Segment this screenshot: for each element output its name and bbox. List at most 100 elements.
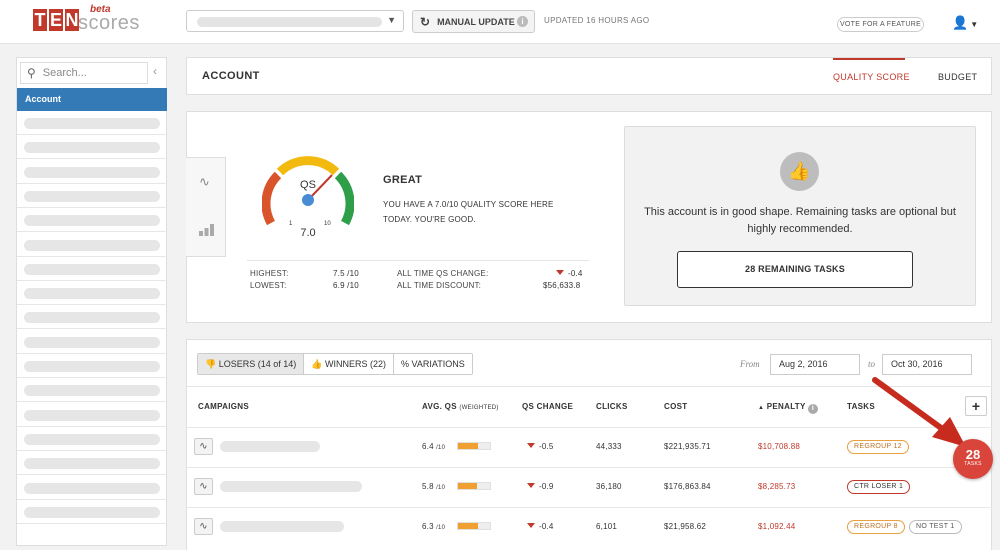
- sidebar-item[interactable]: [17, 500, 167, 524]
- from-date-input[interactable]: Aug 2, 2016: [770, 354, 860, 375]
- sidebar-item[interactable]: [17, 111, 167, 135]
- penalty-value: $10,708.88: [758, 442, 801, 451]
- lowest-value: 6.9 /10: [333, 281, 359, 290]
- qs-change-number: -0.4: [568, 269, 583, 278]
- active-tab-indicator: [833, 58, 905, 60]
- col-avg-qs[interactable]: AVG. QS (WEIGHTED): [422, 402, 499, 411]
- sidebar-item[interactable]: [17, 403, 167, 427]
- tasks-count-badge[interactable]: 28 TASKS: [953, 439, 993, 479]
- discount-value: $56,633.8: [543, 281, 581, 290]
- sidebar-item-placeholder: [24, 288, 160, 300]
- avg-qs-scale: /10: [436, 485, 446, 491]
- tab-budget[interactable]: BUDGET: [938, 72, 977, 82]
- qs-change-number: -0.9: [539, 482, 554, 491]
- campaign-name-placeholder[interactable]: [220, 521, 344, 532]
- to-date-input[interactable]: Oct 30, 2016: [882, 354, 972, 375]
- sidebar-item-account[interactable]: Account: [17, 88, 167, 111]
- sidebar-item[interactable]: [17, 378, 167, 403]
- sidebar-item-placeholder: [24, 361, 160, 372]
- sidebar-item-placeholder: [24, 409, 160, 421]
- col-avg-qs-label: AVG. QS: [422, 402, 457, 411]
- sidebar-item[interactable]: [17, 135, 167, 160]
- sidebar-item[interactable]: [17, 281, 167, 306]
- filter-losers[interactable]: 👎 LOSERS (14 of 14): [198, 354, 305, 374]
- chevron-down-icon: ▼: [970, 20, 979, 29]
- sidebar: ⚲ Search... ‹ Account: [16, 57, 167, 546]
- collapse-sidebar-icon[interactable]: ‹: [153, 64, 157, 78]
- cost-value: $221,935.71: [664, 442, 711, 451]
- cost-value: $176,863.84: [664, 482, 711, 491]
- task-tag[interactable]: REGROUP 8: [847, 520, 905, 534]
- campaign-name-placeholder[interactable]: [220, 481, 362, 492]
- gauge-max: 10: [324, 221, 331, 227]
- trend-button[interactable]: ∿: [194, 438, 213, 455]
- tenscores-logo[interactable]: T E N scores beta: [33, 4, 143, 35]
- logo-letter: T: [33, 9, 47, 31]
- col-clicks[interactable]: CLICKS: [596, 402, 628, 411]
- logo-beta: beta: [90, 4, 111, 15]
- info-icon[interactable]: i: [808, 404, 819, 414]
- discount-label: ALL TIME DISCOUNT:: [397, 281, 482, 290]
- task-tag[interactable]: NO TEST 1: [909, 520, 962, 534]
- qs-progress-fill: [458, 483, 477, 489]
- sidebar-item-placeholder: [24, 142, 160, 154]
- avg-qs-number: 6.3: [422, 522, 434, 531]
- col-campaigns[interactable]: CAMPAIGNS: [198, 402, 249, 411]
- filter-winners[interactable]: 👍 WINNERS (22): [304, 354, 395, 374]
- qs-change-value: -0.5: [527, 442, 554, 451]
- cost-value: $21,958.62: [664, 522, 707, 531]
- account-selector[interactable]: ▼: [186, 10, 404, 32]
- trend-icon[interactable]: ∿: [199, 174, 210, 190]
- qs-change-number: -0.4: [539, 522, 554, 531]
- qs-progress-bar: [457, 522, 491, 530]
- sidebar-item-placeholder: [24, 118, 160, 129]
- quality-score-gauge: QS 1 10 7.0: [262, 156, 354, 239]
- col-avg-qs-weighted: (WEIGHTED): [459, 405, 499, 411]
- sidebar-item-placeholder: [24, 312, 160, 324]
- bar-chart-icon[interactable]: [199, 224, 214, 236]
- filter-losers-label: LOSERS (14 of 14): [218, 359, 297, 369]
- penalty-value: $1,092.44: [758, 522, 796, 531]
- manual-update-button[interactable]: ↻ MANUAL UPDATE i: [412, 10, 535, 33]
- qs-progress-fill: [458, 523, 479, 529]
- trend-button[interactable]: ∿: [194, 518, 213, 535]
- remaining-tasks-button[interactable]: 28 REMAINING TASKS: [677, 251, 913, 288]
- down-arrow-icon: [527, 523, 535, 528]
- col-qs-change[interactable]: QS CHANGE: [522, 402, 573, 411]
- avg-qs-number: 6.4: [422, 442, 434, 451]
- col-cost[interactable]: COST: [664, 402, 687, 411]
- user-menu[interactable]: 👤 ▼: [952, 15, 978, 31]
- refresh-icon: ↻: [420, 14, 431, 29]
- logo-letter: E: [49, 9, 63, 31]
- task-tag[interactable]: CTR LOSER 1: [847, 480, 911, 494]
- sidebar-item[interactable]: [17, 476, 167, 500]
- logo-letter: N: [65, 9, 79, 31]
- sidebar-item[interactable]: [17, 354, 167, 378]
- thumbs-down-icon: 👎: [205, 359, 217, 369]
- thumbs-up-icon: 👍: [311, 359, 323, 369]
- sidebar-item[interactable]: [17, 208, 167, 233]
- vote-feature-button[interactable]: VOTE FOR A FEATURE: [837, 17, 924, 32]
- info-icon[interactable]: i: [517, 16, 528, 27]
- gauge-min: 1: [289, 221, 293, 227]
- sidebar-item[interactable]: [17, 233, 167, 257]
- filter-variations[interactable]: % VARIATIONS: [394, 354, 472, 374]
- gauge-value: 7.0: [300, 227, 315, 239]
- sidebar-item[interactable]: [17, 257, 167, 281]
- sidebar-item[interactable]: [17, 160, 167, 184]
- trend-button[interactable]: ∿: [194, 478, 213, 495]
- sidebar-item[interactable]: [17, 451, 167, 476]
- tasks-count-label: TASKS: [964, 461, 982, 467]
- thumbs-up-icon: 👍: [780, 152, 819, 191]
- search-placeholder: Search...: [42, 67, 87, 79]
- search-input[interactable]: ⚲ Search...: [20, 62, 148, 84]
- col-penalty[interactable]: ▲ PENALTY i: [758, 402, 819, 414]
- sidebar-item[interactable]: [17, 330, 167, 354]
- tab-quality-score[interactable]: QUALITY SCORE: [833, 72, 910, 82]
- sidebar-item[interactable]: [17, 427, 167, 451]
- sidebar-item[interactable]: [17, 305, 167, 330]
- sidebar-item[interactable]: [17, 184, 167, 208]
- qs-progress-bar: [457, 442, 491, 450]
- arrow-annotation: [872, 377, 966, 447]
- campaign-name-placeholder[interactable]: [220, 441, 320, 452]
